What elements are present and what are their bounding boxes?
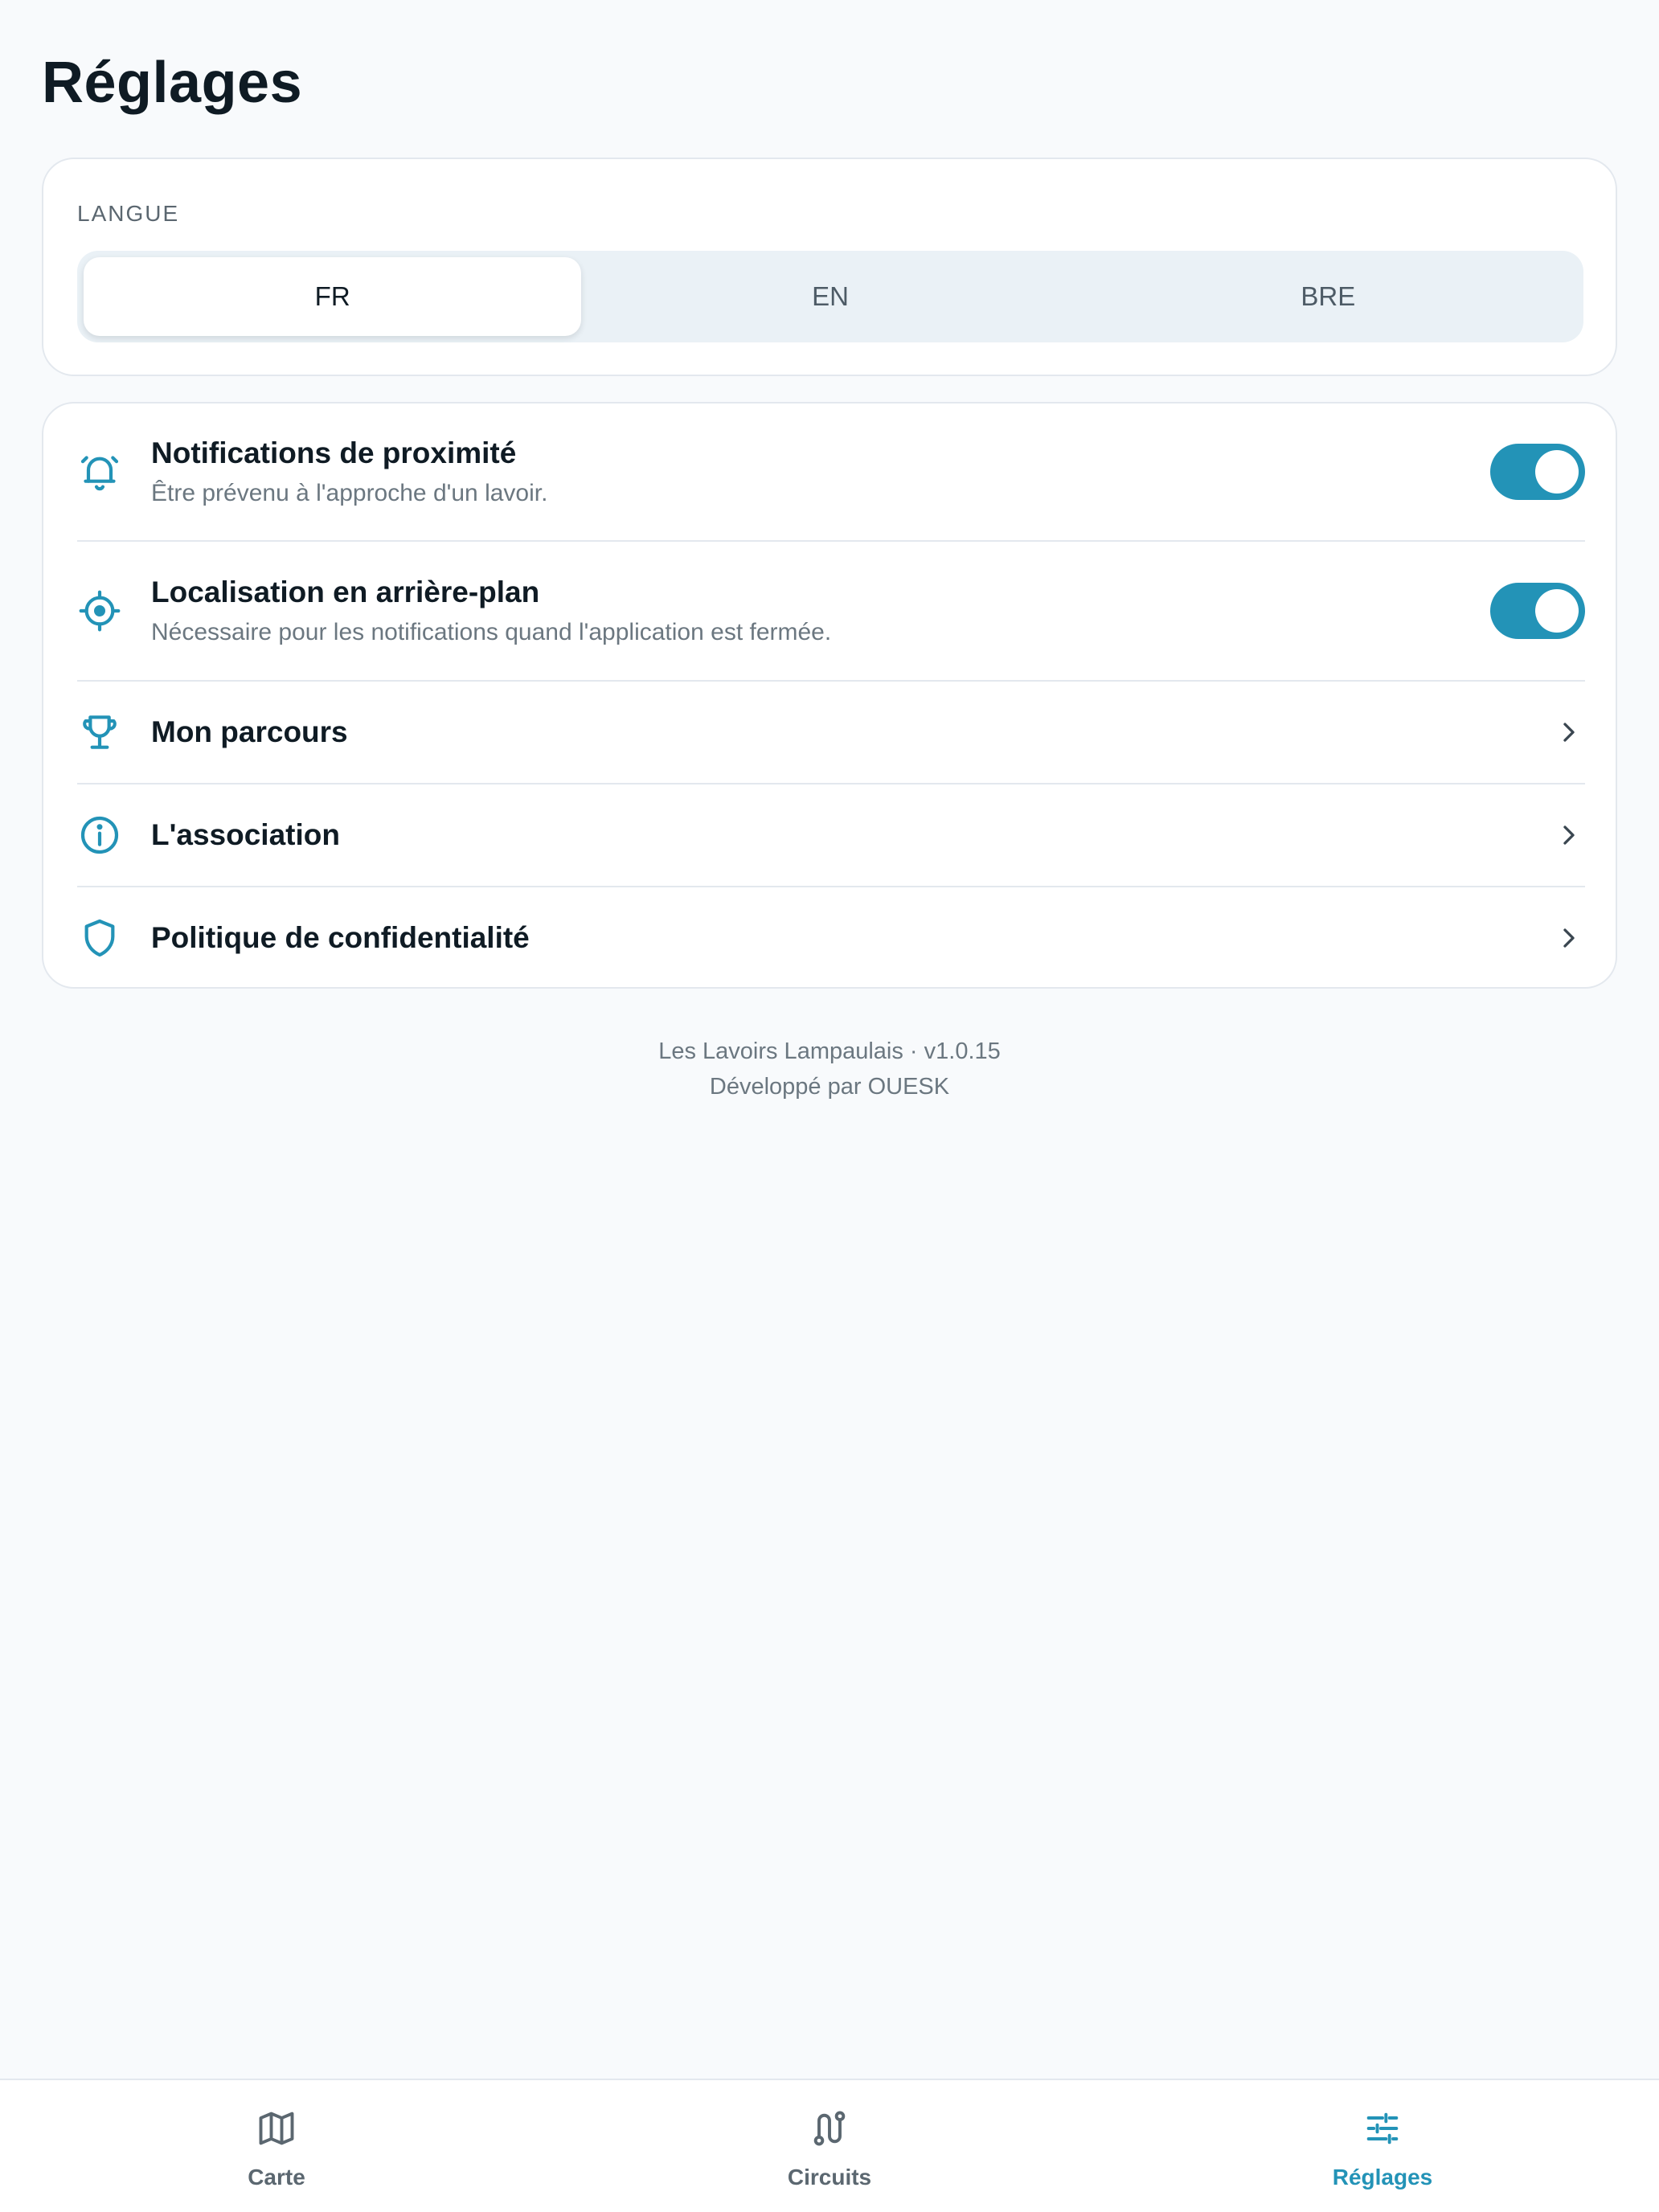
proximity-notifications-row: Notifications de proximité Être prévenu … [77, 403, 1585, 542]
background-location-row: Localisation en arrière-plan Nécessaire … [77, 542, 1585, 682]
background-location-title: Localisation en arrière-plan [151, 576, 540, 608]
language-option-en[interactable]: EN [581, 257, 1079, 336]
shield-icon [77, 916, 122, 961]
tab-circuits-label: Circuits [787, 2165, 872, 2189]
page-title: Réglages [42, 51, 303, 115]
settings-list-card: Notifications de proximité Être prévenu … [42, 402, 1617, 989]
trophy-icon [77, 710, 122, 755]
background-location-toggle[interactable] [1490, 583, 1585, 639]
tab-circuits[interactable]: Circuits [553, 2080, 1106, 2212]
bottom-tab-bar: Carte Circuits Réglages [0, 2079, 1659, 2212]
tab-reglages[interactable]: Réglages [1106, 2080, 1659, 2212]
privacy-policy-label: Politique de confidentialité [151, 921, 530, 954]
developer-credit: Développé par OUESK [709, 1074, 950, 1100]
info-icon [77, 813, 122, 858]
app-footer: Les Lavoirs Lampaulais · v1.0.15 Dévelop… [0, 1034, 1659, 1104]
map-icon [256, 2108, 297, 2153]
toggle-knob [1535, 589, 1579, 633]
proximity-notifications-subtitle: Être prévenu à l'approche d'un lavoir. [151, 480, 548, 506]
language-option-fr[interactable]: FR [84, 257, 582, 336]
my-journey-label: Mon parcours [151, 715, 348, 748]
sliders-icon [1362, 2108, 1403, 2153]
background-location-subtitle: Nécessaire pour les notifications quand … [151, 619, 832, 645]
association-label: L'association [151, 818, 340, 851]
chevron-right-icon [1553, 716, 1585, 748]
association-row[interactable]: L'association [77, 784, 1585, 887]
chevron-right-icon [1553, 922, 1585, 954]
tab-carte[interactable]: Carte [0, 2080, 553, 2212]
language-section-label: LANGUE [77, 201, 180, 226]
proximity-notifications-title: Notifications de proximité [151, 436, 517, 469]
toggle-knob [1535, 450, 1579, 494]
language-option-bre[interactable]: BRE [1079, 257, 1577, 336]
privacy-policy-row[interactable]: Politique de confidentialité [77, 887, 1585, 989]
language-card: LANGUE FR EN BRE [42, 158, 1617, 376]
language-selector: FR EN BRE [77, 251, 1583, 342]
route-icon [809, 2108, 850, 2153]
tab-reglages-label: Réglages [1332, 2165, 1433, 2189]
location-target-icon [77, 588, 122, 633]
chevron-right-icon [1553, 819, 1585, 851]
app-version: Les Lavoirs Lampaulais · v1.0.15 [658, 1038, 1001, 1064]
tab-carte-label: Carte [248, 2165, 305, 2189]
my-journey-row[interactable]: Mon parcours [77, 682, 1585, 784]
settings-screen: Réglages LANGUE FR EN BRE Notifications … [0, 0, 1659, 2212]
bell-ringing-icon [77, 449, 122, 494]
proximity-notifications-toggle[interactable] [1490, 444, 1585, 500]
